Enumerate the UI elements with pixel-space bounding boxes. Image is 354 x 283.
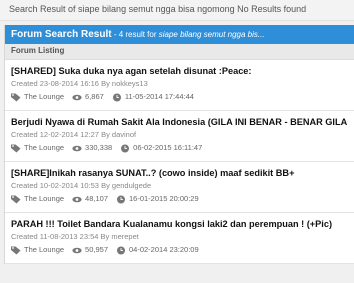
thread-stats: The Lounge 6,867 11-05-2014 17:44:44 — [11, 92, 348, 110]
tag-icon — [11, 93, 21, 102]
search-results-panel: Forum Search Result - 4 result for siape… — [4, 25, 354, 264]
thread-created-info: Created 12-02-2014 12:27 By davinof — [11, 130, 137, 139]
thread-created-info: Created 23-08-2014 16:16 By nokkeys13 — [11, 79, 148, 88]
thread-item: [SHARED] Suka duka nya agan setelah disu… — [5, 60, 354, 111]
clock-icon — [116, 195, 126, 204]
results-count: - 4 result for — [111, 30, 159, 39]
thread-last-post-date: 06-02-2015 16:11:47 — [133, 143, 203, 152]
thread-title-link[interactable]: Berjudi Nyawa di Rumah Sakit Ala Indones… — [11, 116, 348, 128]
thread-forum-link[interactable]: The Lounge — [24, 194, 64, 204]
results-title: Forum Search Result — [11, 29, 112, 40]
tag-icon — [11, 246, 21, 255]
search-summary-text: Search Result of siape bilang semut ngga… — [9, 4, 307, 14]
clock-icon — [112, 93, 122, 102]
thread-views: 48,107 — [85, 194, 108, 203]
thread-forum-link[interactable]: The Lounge — [24, 245, 64, 255]
thread-last-post-date: 11-05-2014 17:44:44 — [124, 92, 194, 101]
thread-views: 6,867 — [85, 92, 104, 101]
thread-title-link[interactable]: PARAH !!! Toilet Bandara Kualanamu kongs… — [11, 218, 348, 230]
eye-icon — [72, 144, 82, 153]
thread-created-info: Created 10-02-2014 10:53 By gendulgede — [11, 181, 152, 190]
tag-icon — [11, 144, 21, 153]
clock-icon — [120, 144, 130, 153]
thread-views: 330,338 — [85, 143, 113, 152]
eye-icon — [72, 93, 82, 102]
thread-item: [SHARE]Inikah rasanya SUNAT..? (cowo ins… — [5, 162, 354, 213]
results-query: siape bilang semut ngga bis... — [158, 30, 265, 39]
thread-last-post-date: 04-02-2014 23:20:09 — [129, 245, 199, 254]
eye-icon — [72, 246, 82, 255]
eye-icon — [72, 195, 82, 204]
thread-item: Berjudi Nyawa di Rumah Sakit Ala Indones… — [5, 111, 354, 162]
thread-created-info: Created 11-08-2013 23:54 By merepet — [11, 232, 139, 241]
thread-item: PARAH !!! Toilet Bandara Kualanamu kongs… — [5, 213, 354, 264]
thread-title-link[interactable]: [SHARED] Suka duka nya agan setelah disu… — [11, 65, 348, 77]
thread-last-post-date: 16-01-2015 20:00:29 — [129, 194, 199, 203]
clock-icon — [116, 246, 126, 255]
search-summary-bar: Search Result of siape bilang semut ngga… — [0, 0, 354, 21]
thread-stats: The Lounge 50,957 04-02-2014 23:20:09 — [11, 245, 348, 263]
thread-forum-link[interactable]: The Lounge — [24, 143, 64, 153]
thread-stats: The Lounge 330,338 06-02-2015 16:11:47 — [11, 143, 348, 161]
thread-title-link[interactable]: [SHARE]Inikah rasanya SUNAT..? (cowo ins… — [11, 167, 348, 179]
thread-forum-link[interactable]: The Lounge — [24, 92, 64, 102]
forum-listing-label: Forum Listing — [5, 44, 354, 60]
results-header: Forum Search Result - 4 result for siape… — [5, 25, 354, 44]
tag-icon — [11, 195, 21, 204]
thread-views: 50,957 — [85, 245, 108, 254]
thread-stats: The Lounge 48,107 16-01-2015 20:00:29 — [11, 194, 348, 212]
